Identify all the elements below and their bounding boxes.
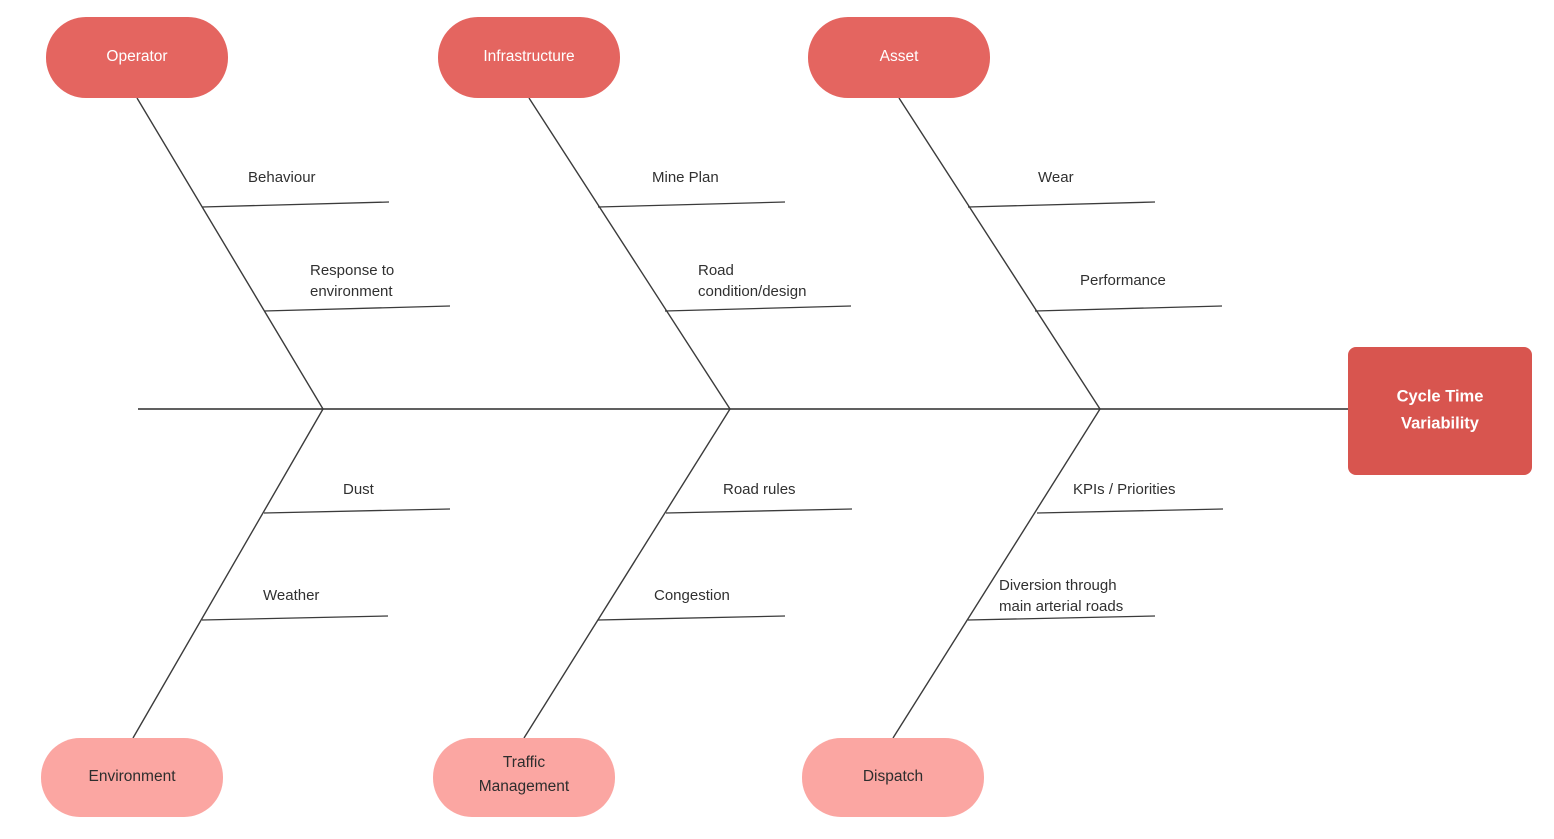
cause-label-traffic-management-0: Road rules — [723, 481, 796, 498]
category-label-asset: Asset — [880, 48, 919, 65]
twig-line-infrastructure-1 — [664, 305, 852, 312]
twig-line-traffic-management-0 — [665, 508, 853, 514]
twig-line-infrastructure-0 — [597, 201, 786, 208]
cause-label-environment-0: Dust — [343, 481, 375, 498]
twig-line-operator-1 — [263, 305, 451, 312]
cause-label-asset-0: Wear — [1038, 169, 1074, 186]
branch-traffic-management: Road rules Congestion Traffic Management — [433, 408, 853, 817]
fishbone-canvas: Behaviour Response to environment Operat… — [41, 17, 1532, 817]
cause-label-operator-1-line1: Response to — [310, 262, 394, 279]
category-label-infrastructure: Infrastructure — [483, 48, 574, 65]
cause-label-environment-1: Weather — [263, 587, 319, 604]
cause-label-operator-1-line2: environment — [310, 283, 393, 300]
branch-line-infrastructure — [528, 97, 731, 410]
cause-label-infrastructure-1-line1: Road — [698, 262, 734, 279]
twig-line-asset-1 — [1034, 305, 1223, 312]
branch-line-traffic-management — [523, 408, 731, 739]
twig-line-operator-0 — [201, 201, 390, 208]
category-label-traffic-management-line1: Traffic — [503, 754, 545, 771]
category-label-dispatch: Dispatch — [863, 768, 923, 785]
effect-box[interactable] — [1348, 347, 1532, 475]
cause-label-infrastructure-1-line2: condition/design — [698, 283, 806, 300]
category-label-traffic-management-line2: Management — [479, 778, 570, 795]
branch-infrastructure: Mine Plan Road condition/design Infrastr… — [438, 17, 852, 410]
branch-environment: Dust Weather Environment — [41, 408, 451, 817]
twig-line-dispatch-0 — [1036, 508, 1224, 514]
category-label-environment: Environment — [88, 768, 176, 785]
effect-label-line1: Cycle Time — [1397, 387, 1484, 405]
cause-label-dispatch-1-line1: Diversion through — [999, 577, 1117, 594]
cause-label-traffic-management-1: Congestion — [654, 587, 730, 604]
twig-line-traffic-management-1 — [597, 615, 786, 621]
branch-line-environment — [132, 408, 324, 739]
category-label-operator: Operator — [106, 48, 167, 65]
branch-dispatch: KPIs / Priorities Diversion through main… — [802, 408, 1224, 817]
cause-label-dispatch-1-line2: main arterial roads — [999, 598, 1123, 615]
twig-line-environment-1 — [201, 615, 389, 621]
cause-label-asset-1: Performance — [1080, 272, 1166, 289]
twig-line-environment-0 — [263, 508, 451, 514]
twig-line-dispatch-1 — [967, 615, 1156, 621]
branch-operator: Behaviour Response to environment Operat… — [46, 17, 451, 410]
cause-label-dispatch-0: KPIs / Priorities — [1073, 481, 1176, 498]
branch-asset: Wear Performance Asset — [808, 17, 1223, 410]
fishbone-diagram: Behaviour Response to environment Operat… — [0, 0, 1554, 839]
effect-head: Cycle Time Variability — [1348, 347, 1532, 475]
cause-label-infrastructure-0: Mine Plan — [652, 169, 719, 186]
twig-line-asset-0 — [967, 201, 1156, 208]
branch-line-dispatch — [892, 408, 1101, 739]
branch-line-operator — [136, 97, 324, 410]
branch-line-asset — [898, 97, 1101, 410]
cause-label-operator-0: Behaviour — [248, 169, 316, 186]
effect-label-line2: Variability — [1401, 414, 1480, 432]
